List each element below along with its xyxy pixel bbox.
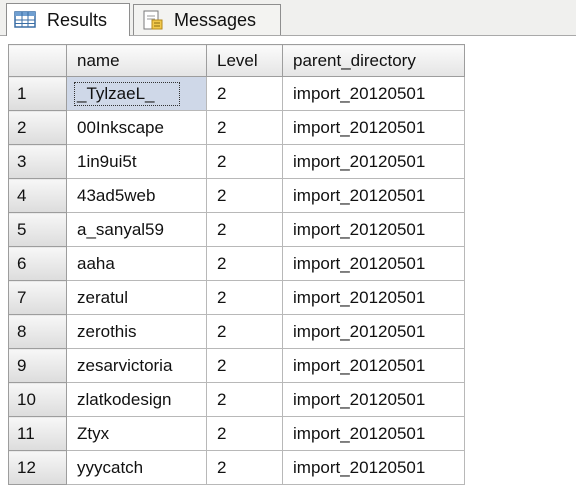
cell-parent-directory[interactable]: import_20120501 bbox=[282, 144, 465, 179]
cell-level[interactable]: 2 bbox=[206, 76, 283, 111]
row-number-cell[interactable]: 7 bbox=[8, 280, 67, 315]
cell-name[interactable]: zerothis bbox=[66, 314, 207, 349]
tab-results[interactable]: Results bbox=[6, 3, 130, 36]
cell-parent-directory[interactable]: import_20120501 bbox=[282, 76, 465, 111]
table-row[interactable]: 12 yyycatch 2 import_20120501 bbox=[8, 450, 465, 485]
grid-corner-cell[interactable] bbox=[8, 44, 67, 77]
table-row[interactable]: 6 aaha 2 import_20120501 bbox=[8, 246, 465, 281]
cell-name[interactable]: zlatkodesign bbox=[66, 382, 207, 417]
cell-level[interactable]: 2 bbox=[206, 450, 283, 485]
cell-parent-directory[interactable]: import_20120501 bbox=[282, 382, 465, 417]
cell-name[interactable]: yyycatch bbox=[66, 450, 207, 485]
cell-level[interactable]: 2 bbox=[206, 246, 283, 281]
row-number-cell[interactable]: 4 bbox=[8, 178, 67, 213]
table-row[interactable]: 11 Ztyx 2 import_20120501 bbox=[8, 416, 465, 451]
tab-results-label: Results bbox=[47, 9, 108, 30]
cell-name[interactable]: _TylzaeL_ bbox=[66, 76, 207, 111]
results-tabstrip: Results Messages bbox=[0, 0, 576, 36]
row-number-cell[interactable]: 11 bbox=[8, 416, 67, 451]
column-header-level[interactable]: Level bbox=[206, 44, 283, 77]
table-row[interactable]: 5 a_sanyal59 2 import_20120501 bbox=[8, 212, 465, 247]
cell-name[interactable]: zeratul bbox=[66, 280, 207, 315]
column-header-parent-directory[interactable]: parent_directory bbox=[282, 44, 465, 77]
cell-name[interactable]: 00Inkscape bbox=[66, 110, 207, 145]
row-number-cell[interactable]: 6 bbox=[8, 246, 67, 281]
cell-level[interactable]: 2 bbox=[206, 382, 283, 417]
cell-name[interactable]: 1in9ui5t bbox=[66, 144, 207, 179]
table-row[interactable]: 7 zeratul 2 import_20120501 bbox=[8, 280, 465, 315]
cell-parent-directory[interactable]: import_20120501 bbox=[282, 110, 465, 145]
row-number-cell[interactable]: 3 bbox=[8, 144, 67, 179]
row-number-cell[interactable]: 2 bbox=[8, 110, 67, 145]
cell-level[interactable]: 2 bbox=[206, 212, 283, 247]
results-grid: name Level parent_directory 1 _TylzaeL_ 2 i… bbox=[8, 44, 465, 485]
cell-parent-directory[interactable]: import_20120501 bbox=[282, 450, 465, 485]
cell-name[interactable]: Ztyx bbox=[66, 416, 207, 451]
cell-name[interactable]: aaha bbox=[66, 246, 207, 281]
column-header-name[interactable]: name bbox=[66, 44, 207, 77]
grid-icon bbox=[13, 9, 39, 31]
cell-name[interactable]: 43ad5web bbox=[66, 178, 207, 213]
table-row[interactable]: 9 zesarvictoria 2 import_20120501 bbox=[8, 348, 465, 383]
row-number-cell[interactable]: 1 bbox=[8, 76, 67, 111]
cell-level[interactable]: 2 bbox=[206, 416, 283, 451]
table-row[interactable]: 10 zlatkodesign 2 import_20120501 bbox=[8, 382, 465, 417]
cell-parent-directory[interactable]: import_20120501 bbox=[282, 348, 465, 383]
cell-parent-directory[interactable]: import_20120501 bbox=[282, 246, 465, 281]
cell-parent-directory[interactable]: import_20120501 bbox=[282, 178, 465, 213]
row-number-cell[interactable]: 10 bbox=[8, 382, 67, 417]
cell-name[interactable]: a_sanyal59 bbox=[66, 212, 207, 247]
cell-parent-directory[interactable]: import_20120501 bbox=[282, 314, 465, 349]
table-row[interactable]: 1 _TylzaeL_ 2 import_20120501 bbox=[8, 76, 465, 111]
grid-header-row: name Level parent_directory bbox=[8, 44, 465, 77]
selected-cell-text: _TylzaeL_ bbox=[74, 81, 180, 106]
cell-parent-directory[interactable]: import_20120501 bbox=[282, 212, 465, 247]
row-number-cell[interactable]: 8 bbox=[8, 314, 67, 349]
cell-parent-directory[interactable]: import_20120501 bbox=[282, 416, 465, 451]
cell-level[interactable]: 2 bbox=[206, 144, 283, 179]
cell-level[interactable]: 2 bbox=[206, 348, 283, 383]
results-grid-area: name Level parent_directory 1 _TylzaeL_ 2 i… bbox=[0, 36, 576, 504]
cell-name[interactable]: zesarvictoria bbox=[66, 348, 207, 383]
cell-parent-directory[interactable]: import_20120501 bbox=[282, 280, 465, 315]
table-row[interactable]: 4 43ad5web 2 import_20120501 bbox=[8, 178, 465, 213]
table-row[interactable]: 8 zerothis 2 import_20120501 bbox=[8, 314, 465, 349]
cell-level[interactable]: 2 bbox=[206, 314, 283, 349]
tab-messages-label: Messages bbox=[174, 9, 257, 30]
row-number-cell[interactable]: 5 bbox=[8, 212, 67, 247]
table-row[interactable]: 3 1in9ui5t 2 import_20120501 bbox=[8, 144, 465, 179]
tab-messages[interactable]: Messages bbox=[133, 4, 281, 35]
row-number-cell[interactable]: 12 bbox=[8, 450, 67, 485]
cell-level[interactable]: 2 bbox=[206, 110, 283, 145]
row-number-cell[interactable]: 9 bbox=[8, 348, 67, 383]
messages-icon bbox=[140, 9, 166, 31]
table-row[interactable]: 2 00Inkscape 2 import_20120501 bbox=[8, 110, 465, 145]
cell-level[interactable]: 2 bbox=[206, 280, 283, 315]
cell-level[interactable]: 2 bbox=[206, 178, 283, 213]
